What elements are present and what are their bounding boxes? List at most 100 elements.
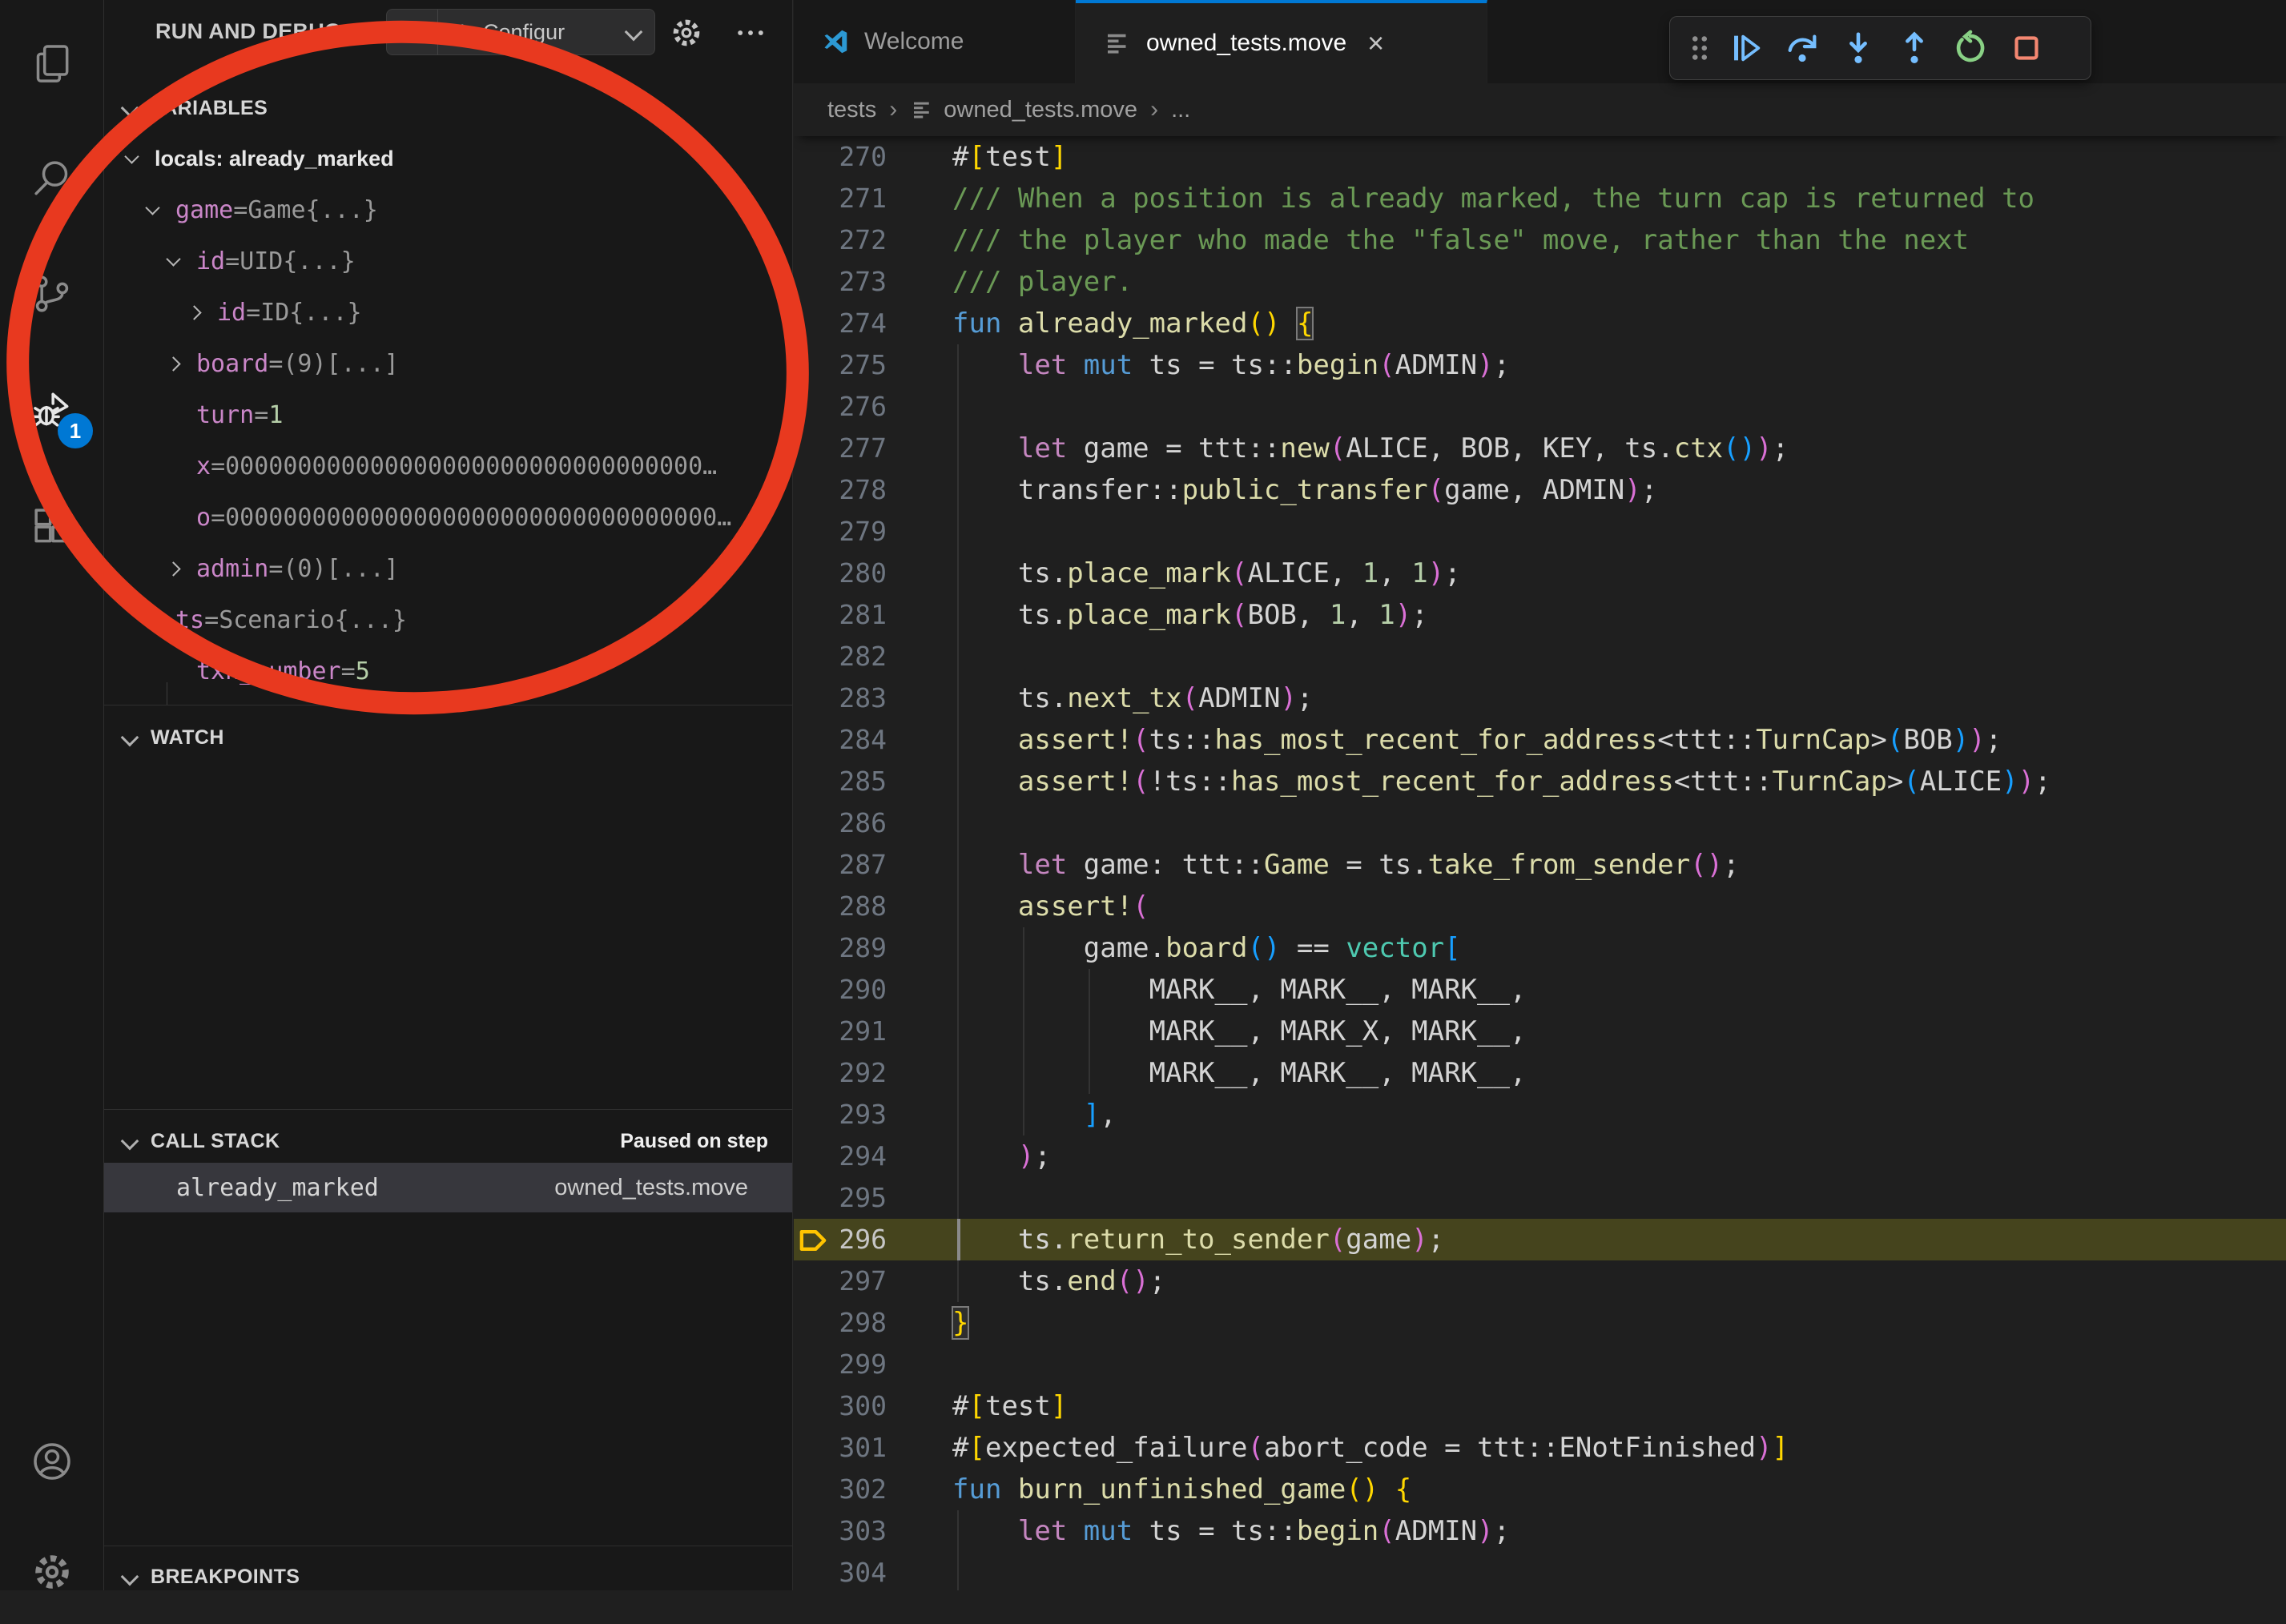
code-line-272[interactable]: 272/// the player who made the "false" m… <box>794 219 2286 261</box>
chevron-right-icon[interactable] <box>187 305 201 320</box>
variable-row-game[interactable]: game = Game{...} <box>104 184 792 235</box>
line-number[interactable]: 280 <box>794 553 887 594</box>
variable-row-x[interactable]: x = 000000000000000000000000000000000… <box>104 440 792 492</box>
tab-owned-tests-move[interactable]: owned_tests.move× <box>1076 0 1487 83</box>
line-number[interactable]: 287 <box>794 844 887 886</box>
line-number[interactable]: 274 <box>794 303 887 344</box>
line-number[interactable]: 270 <box>794 136 887 178</box>
variable-row-board[interactable]: board = (9)[...] <box>104 338 792 389</box>
code-line-293[interactable]: 293], <box>794 1094 2286 1136</box>
code-line-291[interactable]: 291MARK__, MARK_X, MARK__, <box>794 1011 2286 1052</box>
code-line-276[interactable]: 276 <box>794 386 2286 428</box>
line-number[interactable]: 302 <box>794 1469 887 1510</box>
line-number[interactable]: 299 <box>794 1344 887 1385</box>
activity-bar-files[interactable] <box>0 11 104 115</box>
activity-bar-source-control[interactable] <box>0 242 104 346</box>
code-line-275[interactable]: 275let mut ts = ts::begin(ADMIN); <box>794 344 2286 386</box>
code-line-283[interactable]: 283ts.next_tx(ADMIN); <box>794 677 2286 719</box>
stop-button[interactable] <box>1998 22 2055 74</box>
line-number[interactable]: 284 <box>794 719 887 761</box>
call-stack-frame[interactable]: already_marked owned_tests.move <box>104 1163 792 1212</box>
code-line-281[interactable]: 281ts.place_mark(BOB, 1, 1); <box>794 594 2286 636</box>
variable-row-id[interactable]: id = ID{...} <box>104 287 792 338</box>
code-line-288[interactable]: 288assert!( <box>794 886 2286 927</box>
chevron-right-icon[interactable] <box>166 561 180 576</box>
line-number[interactable]: 288 <box>794 886 887 927</box>
code-line-299[interactable]: 299 <box>794 1344 2286 1385</box>
breadcrumb-symbol[interactable]: ... <box>1171 97 1190 123</box>
code-line-297[interactable]: 297ts.end(); <box>794 1260 2286 1302</box>
step-into-button[interactable] <box>1830 22 1886 74</box>
tab-welcome[interactable]: Welcome <box>794 0 1076 83</box>
breadcrumb-folder[interactable]: tests <box>827 97 876 123</box>
variables-section-header[interactable]: VARIABLES <box>104 85 792 131</box>
line-number[interactable]: 297 <box>794 1260 887 1302</box>
code-line-285[interactable]: 285assert!(!ts::has_most_recent_for_addr… <box>794 761 2286 802</box>
code-line-278[interactable]: 278transfer::public_transfer(game, ADMIN… <box>794 469 2286 511</box>
line-number[interactable]: 298 <box>794 1302 887 1344</box>
more-actions-button[interactable] <box>729 11 772 54</box>
line-number[interactable]: 301 <box>794 1427 887 1469</box>
line-number[interactable]: 303 <box>794 1510 887 1552</box>
line-number[interactable]: 283 <box>794 677 887 719</box>
line-number[interactable]: 276 <box>794 386 887 428</box>
line-number[interactable]: 293 <box>794 1094 887 1136</box>
chevron-down-icon[interactable] <box>166 251 180 266</box>
chevron-down-icon[interactable] <box>145 610 159 625</box>
line-number[interactable]: 289 <box>794 927 887 969</box>
code-line-286[interactable]: 286 <box>794 802 2286 844</box>
code-line-289[interactable]: 289game.board() == vector[ <box>794 927 2286 969</box>
code-line-280[interactable]: 280ts.place_mark(ALICE, 1, 1); <box>794 553 2286 594</box>
line-number[interactable]: 304 <box>794 1552 887 1590</box>
activity-bar-debug[interactable]: 1 <box>0 357 104 461</box>
line-number[interactable]: 271 <box>794 178 887 219</box>
line-number[interactable]: 278 <box>794 469 887 511</box>
code-line-294[interactable]: 294); <box>794 1136 2286 1177</box>
start-debug-button[interactable] <box>387 10 438 54</box>
code-line-273[interactable]: 273/// player. <box>794 261 2286 303</box>
line-number[interactable]: 294 <box>794 1136 887 1177</box>
step-over-button[interactable] <box>1774 22 1830 74</box>
code-line-296[interactable]: 296ts.return_to_sender(game); <box>794 1219 2286 1260</box>
activity-bar-settings[interactable] <box>0 1520 104 1624</box>
line-number[interactable]: 285 <box>794 761 887 802</box>
toolbar-drag-handle[interactable] <box>1681 22 1718 74</box>
watch-section-header[interactable]: WATCH <box>104 714 792 761</box>
line-number[interactable]: 296 <box>794 1219 887 1260</box>
code-line-304[interactable]: 304 <box>794 1552 2286 1590</box>
code-line-270[interactable]: 270#[test] <box>794 136 2286 178</box>
debug-settings-button[interactable] <box>665 11 708 54</box>
activity-bar-account[interactable] <box>0 1409 104 1513</box>
line-number[interactable]: 273 <box>794 261 887 303</box>
code-line-303[interactable]: 303let mut ts = ts::begin(ADMIN); <box>794 1510 2286 1552</box>
variable-row-admin[interactable]: admin = (0)[...] <box>104 543 792 594</box>
breakpoints-section-header[interactable]: BREAKPOINTS <box>104 1554 792 1590</box>
continue-button[interactable] <box>1718 22 1774 74</box>
line-number[interactable]: 295 <box>794 1177 887 1219</box>
line-number[interactable]: 282 <box>794 636 887 677</box>
line-number[interactable]: 281 <box>794 594 887 636</box>
code-line-295[interactable]: 295 <box>794 1177 2286 1219</box>
close-icon[interactable]: × <box>1367 29 1384 58</box>
line-number[interactable]: 292 <box>794 1052 887 1094</box>
line-number[interactable]: 272 <box>794 219 887 261</box>
line-number[interactable]: 300 <box>794 1385 887 1427</box>
chevron-right-icon[interactable] <box>166 356 180 371</box>
debug-config-dropdown[interactable]: No Configur <box>386 9 655 55</box>
line-number[interactable]: 291 <box>794 1011 887 1052</box>
code-line-292[interactable]: 292MARK__, MARK__, MARK__, <box>794 1052 2286 1094</box>
code-line-290[interactable]: 290MARK__, MARK__, MARK__, <box>794 969 2286 1011</box>
variables-scope-row[interactable]: locals: already_marked <box>104 133 792 184</box>
activity-bar-extensions[interactable] <box>0 474 104 578</box>
variable-row-turn[interactable]: turn = 1 <box>104 389 792 440</box>
line-number[interactable]: 275 <box>794 344 887 386</box>
line-number[interactable]: 277 <box>794 428 887 469</box>
activity-bar-search[interactable] <box>0 127 104 231</box>
code-line-301[interactable]: 301#[expected_failure(abort_code = ttt::… <box>794 1427 2286 1469</box>
code-line-274[interactable]: 274fun already_marked() { <box>794 303 2286 344</box>
code-line-302[interactable]: 302fun burn_unfinished_game() { <box>794 1469 2286 1510</box>
restart-button[interactable] <box>1942 22 1998 74</box>
code-line-282[interactable]: 282 <box>794 636 2286 677</box>
line-number[interactable]: 279 <box>794 511 887 553</box>
line-number[interactable]: 290 <box>794 969 887 1011</box>
